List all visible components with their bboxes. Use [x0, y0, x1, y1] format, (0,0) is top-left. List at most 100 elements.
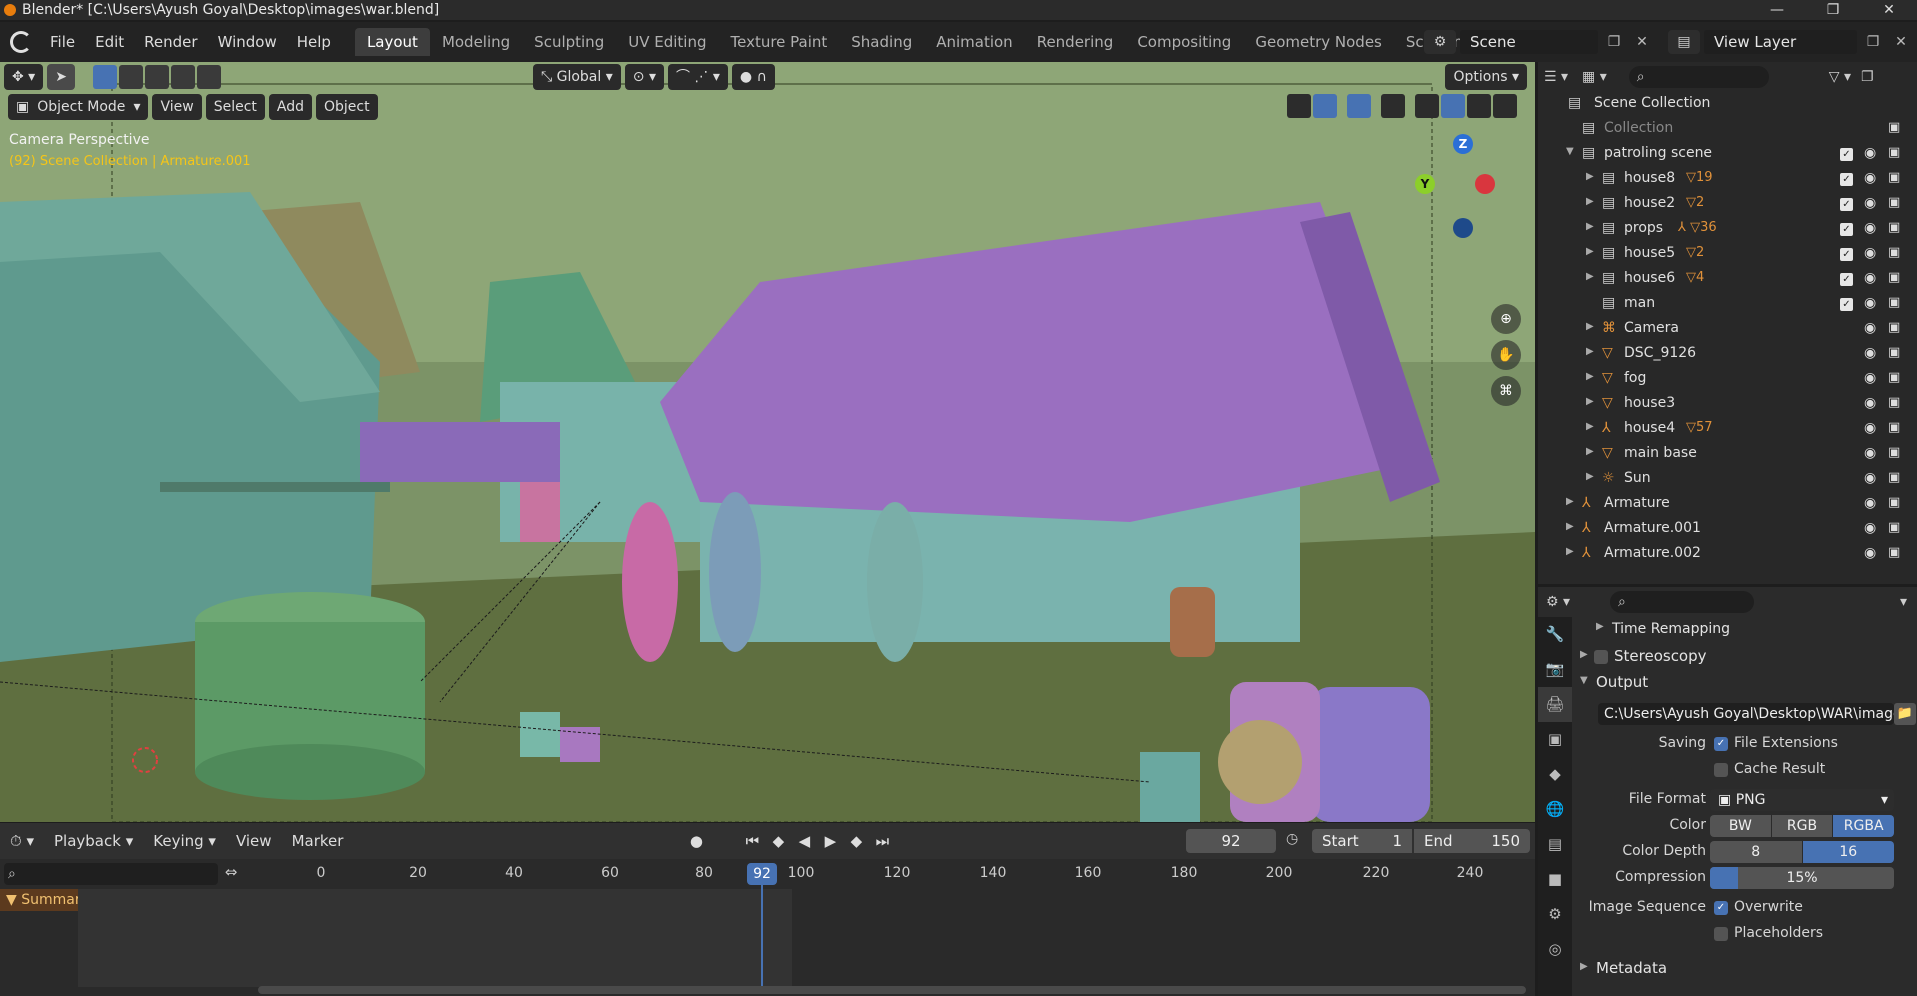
- exclude-checkbox[interactable]: ✓: [1840, 273, 1853, 286]
- remove-view-layer-icon[interactable]: ✕: [1889, 30, 1913, 54]
- render-visibility-icon[interactable]: ▣: [1888, 370, 1900, 385]
- jump-end-icon[interactable]: ⏭: [869, 832, 895, 850]
- end-frame-field[interactable]: End 150: [1414, 829, 1530, 853]
- playhead-frame-label[interactable]: 92: [747, 863, 777, 885]
- outliner-row[interactable]: ▤ Collection ▣: [1538, 117, 1917, 142]
- scene-name-field[interactable]: Scene: [1460, 30, 1598, 54]
- next-keyframe-icon[interactable]: ◆: [843, 832, 869, 850]
- render-visibility-icon[interactable]: ▣: [1888, 270, 1900, 285]
- pan-hand-icon[interactable]: ✋: [1491, 340, 1521, 370]
- exclude-checkbox[interactable]: ✓: [1840, 248, 1853, 261]
- render-visibility-icon[interactable]: ▣: [1888, 520, 1900, 535]
- color-bw-option[interactable]: BW: [1710, 815, 1771, 837]
- placeholders-checkbox[interactable]: [1714, 927, 1728, 941]
- menu-edit[interactable]: Edit: [85, 22, 134, 62]
- expand-icon[interactable]: ▶: [1586, 471, 1594, 482]
- remove-scene-icon[interactable]: ✕: [1630, 30, 1654, 54]
- prev-keyframe-icon[interactable]: ◆: [765, 832, 791, 850]
- visibility-eye-icon[interactable]: ◉: [1864, 220, 1876, 236]
- tab-sculpting[interactable]: Sculpting: [522, 28, 616, 56]
- render-visibility-icon[interactable]: ▣: [1888, 320, 1900, 335]
- expand-icon[interactable]: ▶: [1586, 321, 1594, 332]
- stereoscopy-checkbox[interactable]: [1594, 650, 1608, 664]
- color-depth-16-option[interactable]: 16: [1802, 841, 1894, 863]
- select-new-icon[interactable]: [92, 65, 117, 89]
- render-visibility-icon[interactable]: ▣: [1888, 145, 1900, 160]
- outliner-row[interactable]: ▶ ▤ house2 ▽2 ✓ ◉ ▣: [1538, 192, 1917, 217]
- modifier-tab-icon[interactable]: ⚙: [1538, 897, 1572, 932]
- wireframe-shading-icon[interactable]: [1415, 94, 1439, 118]
- outliner-row[interactable]: ▶ ▽ main base ◉ ▣: [1538, 442, 1917, 467]
- expand-icon[interactable]: ▶: [1586, 446, 1594, 457]
- view-layer-tab-icon[interactable]: ▣: [1538, 722, 1572, 757]
- transform-orientation-dropdown[interactable]: ⤡ Global ▾: [532, 64, 621, 90]
- physics-tab-icon[interactable]: ◎: [1538, 932, 1572, 967]
- visibility-eye-icon[interactable]: ◉: [1864, 270, 1876, 286]
- stereoscopy-panel[interactable]: ▶ Stereoscopy: [1576, 645, 1914, 671]
- menu-add[interactable]: Add: [268, 94, 313, 120]
- start-frame-field[interactable]: Start 1: [1312, 829, 1412, 853]
- new-view-layer-icon[interactable]: ❐: [1861, 30, 1885, 54]
- expand-icon[interactable]: ▶: [1566, 546, 1574, 557]
- select-extend-icon[interactable]: [118, 65, 143, 89]
- options-dropdown[interactable]: Options ▾: [1445, 64, 1527, 90]
- tab-layout[interactable]: Layout: [354, 28, 430, 56]
- visibility-eye-icon[interactable]: ◉: [1864, 245, 1876, 261]
- render-visibility-icon[interactable]: ▣: [1888, 395, 1900, 410]
- world-tab-icon[interactable]: 🌐: [1538, 792, 1572, 827]
- output-panel[interactable]: ▼ Output: [1576, 671, 1914, 697]
- visibility-eye-icon[interactable]: ◉: [1864, 145, 1876, 161]
- gizmo-neg-z-axis[interactable]: [1453, 218, 1473, 238]
- render-visibility-icon[interactable]: ▣: [1888, 470, 1900, 485]
- render-visibility-icon[interactable]: ▣: [1888, 295, 1900, 310]
- outliner-row[interactable]: ▶ ⅄ Armature.002 ◉ ▣: [1538, 542, 1917, 567]
- object-mode-dropdown[interactable]: ▣ Object Mode ▾: [8, 94, 149, 120]
- visibility-eye-icon[interactable]: ◉: [1864, 345, 1876, 361]
- outliner-row[interactable]: ▶ ⌘ Camera ◉ ▣: [1538, 317, 1917, 342]
- outliner-row[interactable]: ▶ ▤ house6 ▽4 ✓ ◉ ▣: [1538, 267, 1917, 292]
- visibility-eye-icon[interactable]: ◉: [1864, 395, 1876, 411]
- compression-slider[interactable]: 15%: [1710, 867, 1894, 889]
- tab-rendering[interactable]: Rendering: [1025, 28, 1126, 56]
- visibility-icon[interactable]: [1287, 94, 1311, 118]
- expand-icon[interactable]: ▶: [1586, 271, 1594, 282]
- blender-menu-icon[interactable]: [10, 31, 32, 53]
- keying-menu[interactable]: Keying ▾: [143, 832, 226, 850]
- visibility-eye-icon[interactable]: ◉: [1864, 170, 1876, 186]
- render-visibility-icon[interactable]: ▣: [1888, 120, 1900, 135]
- render-visibility-icon[interactable]: ▣: [1888, 170, 1900, 185]
- expand-icon[interactable]: ▶: [1586, 246, 1594, 257]
- render-tab-icon[interactable]: 📷: [1538, 652, 1572, 687]
- outliner-row[interactable]: ▶ ⅄ Armature ◉ ▣: [1538, 492, 1917, 517]
- visibility-eye-icon[interactable]: ◉: [1864, 445, 1876, 461]
- overwrite-checkbox[interactable]: ✓: [1714, 901, 1728, 915]
- gizmo-toggle-icon[interactable]: [1313, 94, 1337, 118]
- play-reverse-icon[interactable]: ◀: [791, 832, 817, 850]
- expand-icon[interactable]: ▶: [1586, 421, 1594, 432]
- minimize-button[interactable]: —: [1749, 0, 1805, 20]
- menu-render[interactable]: Render: [134, 22, 207, 62]
- render-visibility-icon[interactable]: ▣: [1888, 345, 1900, 360]
- menu-window[interactable]: Window: [208, 22, 287, 62]
- menu-view[interactable]: View: [152, 94, 202, 120]
- exclude-checkbox[interactable]: ✓: [1840, 148, 1853, 161]
- rendered-shading-icon[interactable]: [1493, 94, 1517, 118]
- outliner-row[interactable]: ▶ ▽ fog ◉ ▣: [1538, 367, 1917, 392]
- outliner-row[interactable]: ▼ ▤ patroling scene ✓ ◉ ▣: [1538, 142, 1917, 167]
- expand-icon[interactable]: ▶: [1586, 346, 1594, 357]
- select-intersect-icon[interactable]: [196, 65, 221, 89]
- expand-icon[interactable]: ▶: [1586, 396, 1594, 407]
- exclude-checkbox[interactable]: ✓: [1840, 173, 1853, 186]
- tab-texture-paint[interactable]: Texture Paint: [718, 28, 839, 56]
- select-subtract-icon[interactable]: [144, 65, 169, 89]
- gizmo-y-axis[interactable]: Y: [1415, 174, 1435, 194]
- timeline-ruler[interactable]: 0 20 40 60 80 100 120 140 160 180 200 22…: [248, 861, 1528, 887]
- exclude-checkbox[interactable]: ✓: [1840, 223, 1853, 236]
- outliner-row[interactable]: ▤ man ✓ ◉ ▣: [1538, 292, 1917, 317]
- current-frame-field[interactable]: 92: [1186, 829, 1276, 853]
- visibility-eye-icon[interactable]: ◉: [1864, 520, 1876, 536]
- new-collection-icon[interactable]: ❐: [1861, 69, 1874, 85]
- menu-object[interactable]: Object: [316, 94, 378, 120]
- gizmo-z-axis[interactable]: Z: [1453, 134, 1473, 154]
- expand-icon[interactable]: ▶: [1586, 171, 1594, 182]
